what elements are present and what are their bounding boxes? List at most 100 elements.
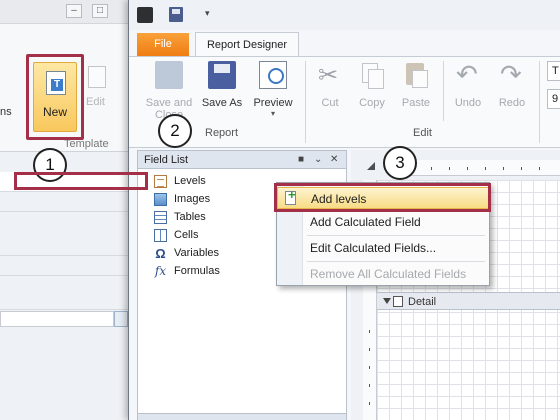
save-icon[interactable] xyxy=(169,7,183,22)
paste-button[interactable]: Paste xyxy=(397,61,435,109)
panel-bottom-tabs xyxy=(138,413,346,420)
redo-label: Redo xyxy=(498,97,526,109)
ruler-tick xyxy=(503,167,504,170)
window-position-icon[interactable]: ■ xyxy=(298,154,304,165)
tree-item-label: Cells xyxy=(174,229,199,241)
menu-separator xyxy=(307,261,485,262)
images-icon xyxy=(154,193,167,206)
tree-item-label: Images xyxy=(174,193,211,205)
group-separator xyxy=(539,61,540,143)
preview-button[interactable]: Preview ▾ xyxy=(251,61,295,118)
minimize-icon[interactable]: – xyxy=(66,4,82,18)
detail-band-icon xyxy=(393,296,403,307)
save-as-icon xyxy=(208,61,236,89)
tab-report-designer[interactable]: Report Designer xyxy=(195,32,299,57)
save-and-close-button[interactable]: Save and Close xyxy=(145,61,193,121)
save-as-button[interactable]: Save As xyxy=(199,61,245,109)
redo-icon xyxy=(498,59,526,90)
menu-item-remove-all-calculated-fields[interactable]: Remove All Calculated Fields xyxy=(277,263,489,285)
ruler-tick xyxy=(467,167,468,170)
partial-ribbon-label: ns xyxy=(0,106,12,118)
close-icon[interactable]: ✕ xyxy=(330,154,338,165)
copy-icon xyxy=(358,61,386,89)
app-logo-icon[interactable] xyxy=(137,7,153,23)
menu-item-add-calculated-field[interactable]: Add Calculated Field xyxy=(277,211,489,233)
ruler-tick xyxy=(369,330,370,333)
levels-icon xyxy=(154,175,167,188)
tree-item-label: Formulas xyxy=(174,265,220,277)
callout-2: 2 xyxy=(158,114,192,148)
ruler-tick xyxy=(539,167,540,170)
undo-icon xyxy=(454,59,482,90)
report-group-label: Report xyxy=(205,127,239,139)
chevron-down-icon: ▾ xyxy=(270,109,275,118)
tree-item-label: Variables xyxy=(174,247,220,259)
tree-item-label: Levels xyxy=(174,175,206,187)
table-icon[interactable] xyxy=(114,311,128,327)
save-and-close-icon xyxy=(155,61,183,89)
group-separator xyxy=(443,61,444,121)
font-size-box[interactable]: 9 xyxy=(547,89,560,109)
cells-icon xyxy=(154,229,167,242)
menu-item-label: Remove All Calculated Fields xyxy=(310,267,467,281)
maximize-icon[interactable]: □ xyxy=(92,4,108,18)
highlight-box-add-levels xyxy=(274,183,491,212)
ruler-tick xyxy=(485,167,486,170)
group-separator xyxy=(305,61,306,143)
tree-item-label: Tables xyxy=(174,211,206,223)
ruler-tick xyxy=(369,402,370,405)
menu-item-edit-calculated-fields[interactable]: Edit Calculated Fields... xyxy=(277,237,489,259)
preview-icon xyxy=(259,61,287,89)
ribbon: Save and Close Save As Preview ▾ Report … xyxy=(129,56,560,148)
paste-icon xyxy=(402,61,430,89)
callout-3: 3 xyxy=(383,146,417,180)
highlight-box-new xyxy=(26,54,84,140)
background-row xyxy=(0,192,130,212)
background-titlebar: – □ xyxy=(0,0,130,24)
preview-label: Preview xyxy=(253,97,293,109)
ribbon-tabs: File Report Designer xyxy=(129,30,560,57)
ruler-tick xyxy=(369,366,370,369)
pin-icon[interactable]: ⌄ xyxy=(314,154,322,165)
background-row xyxy=(0,236,130,256)
field-list-header: Field List ■ ⌄ ✕ xyxy=(138,151,346,169)
ruler-tick xyxy=(521,167,522,170)
chevron-down-icon[interactable]: ▾ xyxy=(205,8,210,19)
cut-label: Cut xyxy=(321,97,339,109)
detail-band-label: Detail xyxy=(408,296,437,308)
ruler-tick xyxy=(449,167,450,170)
background-input[interactable] xyxy=(0,311,114,327)
edit-template-button[interactable]: Edit xyxy=(86,66,110,116)
ruler-tick xyxy=(431,167,432,170)
collapse-arrow-icon[interactable] xyxy=(383,298,391,304)
copy-label: Copy xyxy=(359,97,385,109)
menu-separator xyxy=(307,235,485,236)
menu-item-label: Edit Calculated Fields... xyxy=(310,241,437,255)
tables-icon xyxy=(154,211,167,224)
save-and-close-label-1: Save and xyxy=(145,97,193,109)
ruler-tick xyxy=(369,384,370,387)
undo-label: Undo xyxy=(454,97,482,109)
edit-template-icon xyxy=(88,66,106,88)
menu-item-label: Add Calculated Field xyxy=(310,215,421,229)
cut-button[interactable]: Cut xyxy=(313,61,347,109)
background-row xyxy=(0,256,130,276)
variables-icon: Ω xyxy=(155,246,166,261)
undo-button[interactable]: Undo xyxy=(449,59,487,109)
formulas-icon: fx xyxy=(154,264,167,278)
field-list-title: Field List xyxy=(144,154,189,166)
font-name-box[interactable]: T xyxy=(547,61,560,81)
ruler-corner-icon[interactable] xyxy=(367,162,375,170)
redo-button[interactable]: Redo xyxy=(493,59,531,109)
save-as-label: Save As xyxy=(201,97,243,109)
detail-band-header[interactable]: Detail xyxy=(377,292,560,310)
background-row xyxy=(0,290,130,310)
scissors-icon xyxy=(316,61,344,90)
copy-button[interactable]: Copy xyxy=(355,61,389,109)
quick-access-toolbar: ▾ xyxy=(129,0,560,30)
tab-file[interactable]: File xyxy=(137,33,189,56)
edit-group-label: Edit xyxy=(413,127,432,139)
paste-label: Paste xyxy=(401,97,431,109)
ruler-tick xyxy=(369,348,370,351)
edit-button-label: Edit xyxy=(86,96,105,108)
